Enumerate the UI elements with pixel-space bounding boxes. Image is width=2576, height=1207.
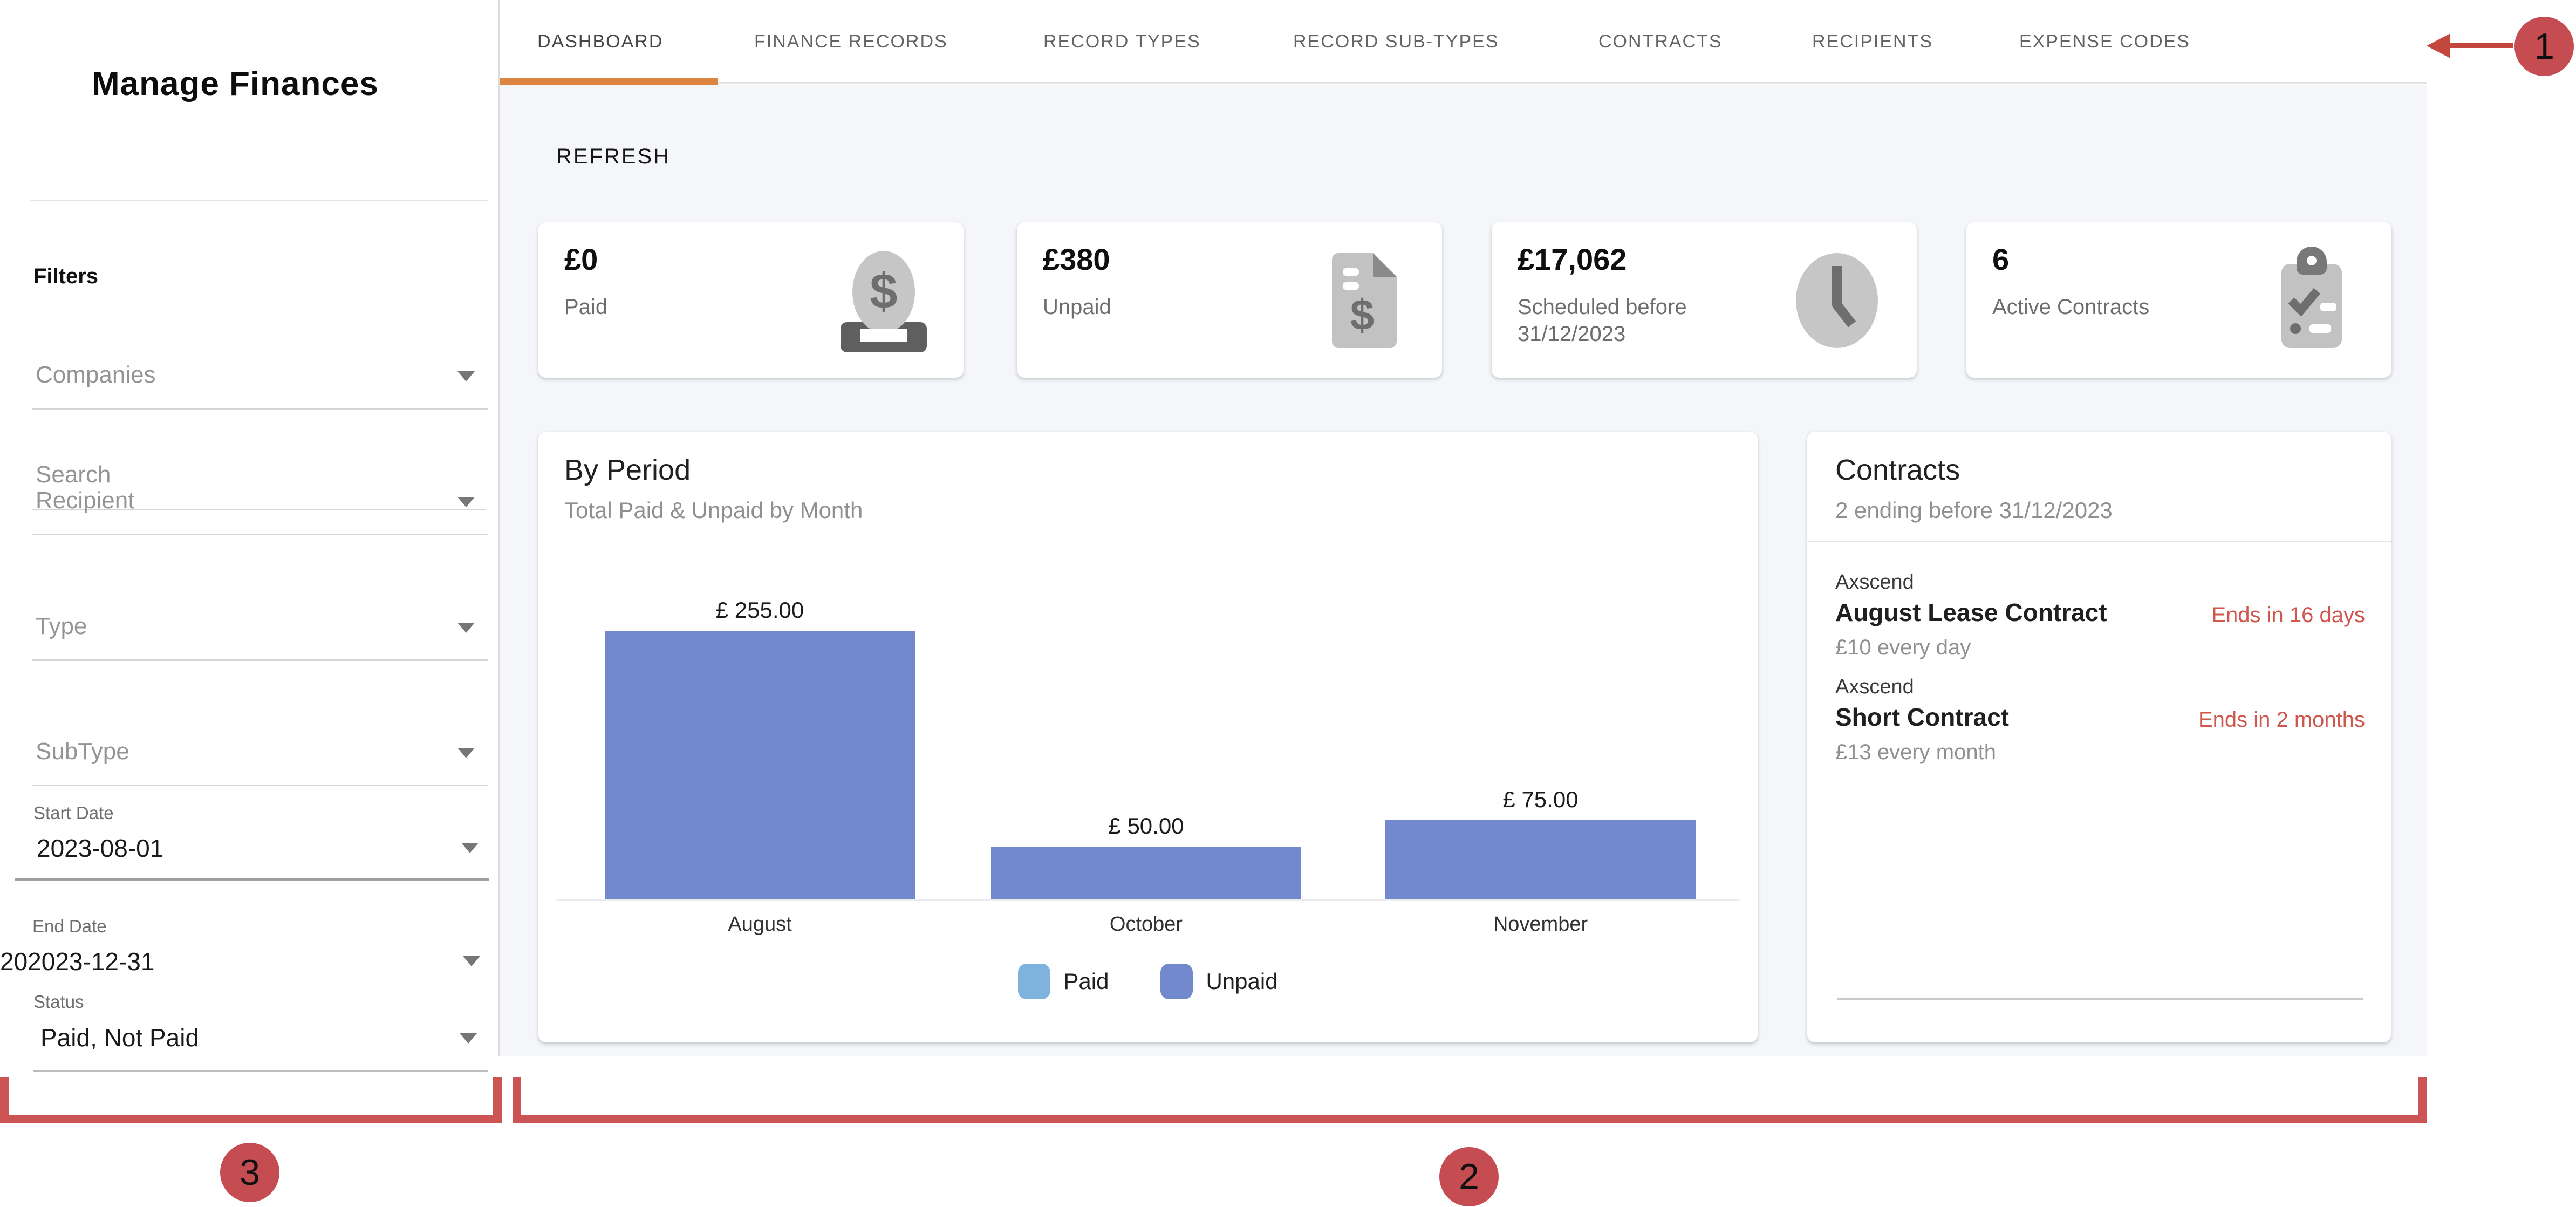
stat-label: Paid (564, 294, 742, 320)
stat-card-unpaid: £380 Unpaid $ (1017, 222, 1442, 378)
manage-finances-screen: Manage Finances Filters Search Companies… (0, 0, 2576, 1207)
contract-name: August Lease Contract (1835, 598, 2107, 627)
contract-company: Axscend (1835, 571, 1914, 594)
companies-underline (32, 408, 488, 410)
end-date-value[interactable]: 202023-12-31 (0, 947, 154, 976)
chevron-down-icon[interactable] (460, 1033, 477, 1044)
annotation-number: 3 (240, 1151, 260, 1194)
annotation-bracket-2 (513, 1077, 2427, 1123)
stat-value: 6 (1992, 242, 2009, 277)
status-underline (33, 1070, 488, 1072)
recipient-underline (32, 534, 488, 535)
stat-value: £380 (1043, 242, 1110, 277)
bar-value-label: £ 255.00 (605, 597, 915, 623)
chevron-down-icon[interactable] (457, 371, 475, 381)
chart-subtitle: Total Paid & Unpaid by Month (564, 497, 863, 523)
tab-finance-records[interactable]: FINANCE RECORDS (754, 31, 948, 52)
contract-ends-badge: Ends in 16 days (2211, 603, 2365, 628)
x-axis-label: October (991, 913, 1301, 936)
legend-item-paid: Paid (1018, 964, 1109, 999)
status-value[interactable]: Paid, Not Paid (40, 1023, 199, 1052)
stat-label: Scheduled before 31/12/2023 (1518, 294, 1696, 347)
contract-company: Axscend (1835, 676, 1914, 699)
filters-sidebar: Manage Finances Filters Search Companies… (0, 0, 498, 1207)
stat-card-active-contracts: 6 Active Contracts (1966, 222, 2391, 378)
annotation-arrow-line (2449, 43, 2513, 48)
legend-label: Paid (1063, 969, 1109, 994)
tab-bar: DASHBOARD FINANCE RECORDS RECORD TYPES R… (500, 0, 2427, 84)
annotation-marker-2: 2 (1439, 1147, 1499, 1206)
annotation-bracket-3 (0, 1077, 502, 1123)
tab-record-sub-types[interactable]: RECORD SUB-TYPES (1293, 31, 1499, 52)
contract-rate: £13 every month (1835, 740, 1996, 765)
recipient-dropdown[interactable]: Recipient (0, 482, 498, 536)
bar-value-label: £ 50.00 (991, 813, 1301, 839)
type-underline (32, 659, 488, 661)
type-dropdown-label: Type (36, 613, 87, 640)
paid-legend-swatch (1018, 964, 1050, 999)
chart-legend: Paid Unpaid (538, 964, 1758, 999)
annotation-number: 2 (1459, 1156, 1479, 1198)
page-title: Manage Finances (92, 65, 426, 103)
svg-text:$: $ (870, 264, 897, 319)
chevron-down-icon[interactable] (457, 497, 475, 507)
active-tab-indicator (500, 78, 718, 85)
x-axis-label: August (605, 913, 915, 936)
chevron-down-icon[interactable] (461, 843, 479, 853)
companies-dropdown-label: Companies (36, 362, 156, 388)
unpaid-legend-swatch (1160, 964, 1193, 999)
contracts-subtitle: 2 ending before 31/12/2023 (1835, 497, 2113, 523)
contract-name: Short Contract (1835, 703, 2009, 732)
chevron-down-icon[interactable] (463, 956, 480, 966)
clipboard-check-icon (2258, 244, 2366, 357)
contracts-title: Contracts (1835, 453, 1960, 487)
type-dropdown[interactable]: Type (0, 608, 498, 662)
start-date-underline (15, 878, 489, 881)
svg-text:$: $ (1350, 291, 1375, 339)
bar-november[interactable] (1385, 820, 1696, 899)
filters-heading: Filters (33, 264, 98, 289)
refresh-button[interactable]: REFRESH (556, 145, 671, 169)
companies-dropdown[interactable]: Companies (0, 356, 498, 410)
stat-card-paid: £0 Paid $ (538, 222, 964, 378)
chart-title: By Period (564, 453, 691, 487)
contract-ends-badge: Ends in 2 months (2198, 708, 2365, 732)
tab-record-types[interactable]: RECORD TYPES (1043, 31, 1201, 52)
stat-value: £0 (564, 242, 598, 277)
tab-recipients[interactable]: RECIPIENTS (1812, 31, 1933, 52)
clock-icon (1783, 244, 1891, 357)
contract-rate: £10 every day (1835, 636, 1971, 660)
annotation-marker-1: 1 (2514, 17, 2574, 76)
start-date-label: Start Date (33, 803, 114, 823)
invoice-icon: $ (1308, 244, 1416, 357)
tab-dashboard[interactable]: DASHBOARD (537, 31, 663, 52)
start-date-value[interactable]: 2023-08-01 (37, 834, 163, 863)
legend-item-unpaid: Unpaid (1160, 964, 1277, 999)
stat-value: £17,062 (1518, 242, 1627, 277)
bar-october[interactable] (991, 847, 1301, 899)
recipient-dropdown-label: Recipient (36, 487, 134, 514)
x-axis-label: November (1385, 913, 1696, 936)
stat-label: Unpaid (1043, 294, 1221, 320)
chart-baseline (556, 899, 1740, 901)
bar-august[interactable] (605, 631, 915, 899)
coin-deposit-icon: $ (830, 244, 938, 357)
tab-contracts[interactable]: CONTRACTS (1598, 31, 1723, 52)
bar-value-label: £ 75.00 (1385, 787, 1696, 813)
stat-card-scheduled: £17,062 Scheduled before 31/12/2023 (1492, 222, 1917, 378)
status-label: Status (33, 992, 84, 1012)
sidebar-divider (30, 200, 488, 201)
by-period-chart-card: By Period Total Paid & Unpaid by Month £… (538, 432, 1758, 1042)
annotation-marker-3: 3 (220, 1143, 279, 1202)
contracts-bottom-divider (1837, 998, 2363, 1000)
tab-expense-codes[interactable]: EXPENSE CODES (2019, 31, 2190, 52)
contracts-divider (1807, 541, 2391, 542)
stat-label: Active Contracts (1992, 294, 2170, 320)
end-date-label: End Date (32, 916, 107, 937)
contracts-panel: Contracts 2 ending before 31/12/2023 Axs… (1807, 432, 2391, 1042)
annotation-number: 1 (2534, 25, 2554, 67)
chevron-down-icon[interactable] (457, 623, 475, 633)
annotation-arrow-head (2427, 33, 2450, 58)
legend-label: Unpaid (1206, 969, 1277, 994)
